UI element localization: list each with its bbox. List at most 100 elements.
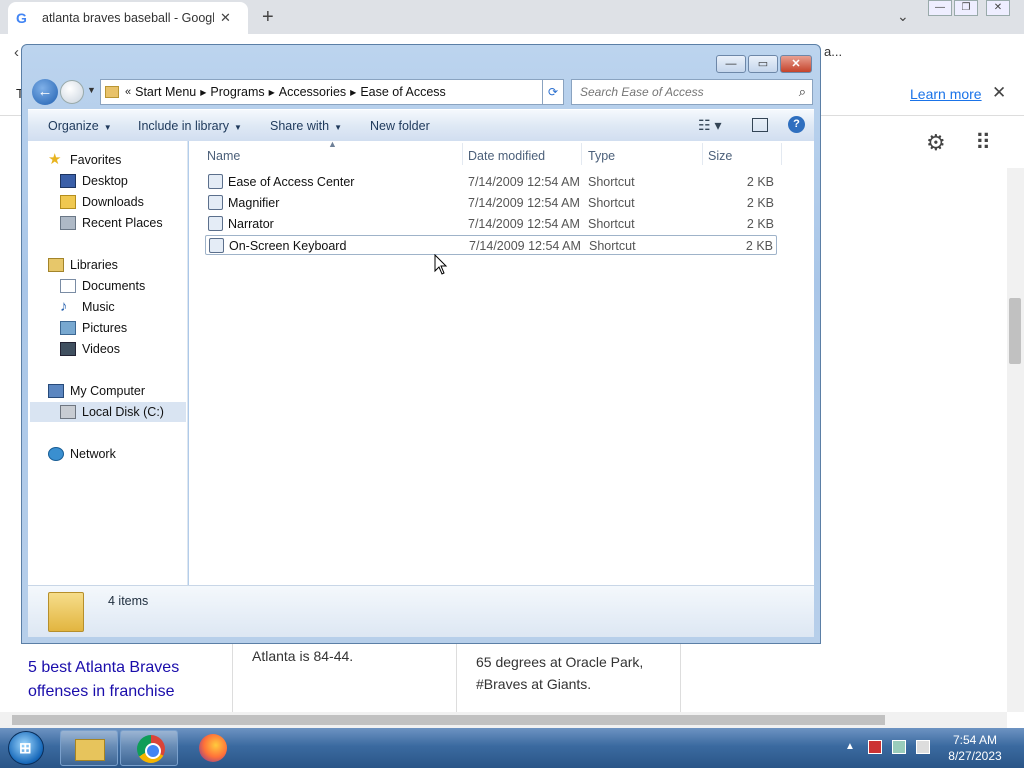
breadcrumb-start-menu[interactable]: Start Menu: [135, 85, 196, 99]
explorer-window: — ▭ ✕ ← ▼ « Start Menu ▶ Programs ▶ Acce…: [21, 44, 821, 644]
column-header-size[interactable]: Size: [708, 149, 732, 163]
search-input[interactable]: [578, 81, 788, 103]
page-horizontal-scrollbar[interactable]: [0, 712, 1007, 728]
breadcrumb-accessories[interactable]: Accessories: [279, 85, 346, 99]
file-name: Ease of Access Center: [228, 175, 355, 189]
browser-tab[interactable]: G atlanta braves baseball - Google ✕: [8, 2, 248, 34]
breadcrumb-arrow-icon[interactable]: ▶: [200, 88, 206, 97]
include-in-library-button[interactable]: Include in library ▼: [138, 119, 242, 133]
nav-videos[interactable]: Videos: [60, 339, 120, 359]
browser-minimize-button[interactable]: —: [928, 0, 952, 16]
search-icon[interactable]: ⌕: [799, 84, 806, 100]
browser-restore-button[interactable]: ❐: [954, 0, 978, 16]
nav-pictures[interactable]: Pictures: [60, 318, 127, 338]
firefox-icon[interactable]: [199, 734, 227, 762]
history-dropdown-icon[interactable]: ▼: [87, 85, 96, 95]
learn-more-link[interactable]: Learn more: [910, 86, 982, 102]
file-row-selected[interactable]: On-Screen Keyboard 7/14/2009 12:54 AM Sh…: [205, 235, 777, 255]
item-count: 4 items: [108, 594, 149, 608]
nav-pictures-label: Pictures: [82, 321, 128, 335]
breadcrumb-arrow-icon[interactable]: ▶: [350, 88, 356, 97]
tab-close-icon[interactable]: ✕: [220, 10, 231, 26]
system-clock[interactable]: 7:54 AM 8/27/2023: [940, 732, 1010, 764]
column-separator[interactable]: [702, 143, 703, 165]
tray-expand-icon[interactable]: ▲: [845, 741, 855, 752]
file-row[interactable]: Narrator 7/14/2009 12:54 AM Shortcut 2 K…: [205, 214, 777, 234]
breadcrumb-ease-of-access[interactable]: Ease of Access: [360, 85, 445, 99]
file-date: 7/14/2009 12:54 AM: [468, 217, 580, 231]
shortcut-icon: [208, 174, 223, 189]
minimize-button[interactable]: —: [716, 55, 746, 73]
result-link[interactable]: 5 best Atlanta Braves offenses in franch…: [28, 656, 208, 704]
forward-button[interactable]: [60, 80, 84, 104]
scroll-thumb[interactable]: [1009, 298, 1021, 364]
file-size: 2 KB: [746, 217, 774, 231]
nav-favorites[interactable]: ★ Favorites: [48, 150, 121, 170]
search-box[interactable]: ⌕: [571, 79, 813, 105]
nav-libraries[interactable]: Libraries: [48, 255, 118, 275]
browser-close-button[interactable]: ✕: [986, 0, 1010, 16]
nav-music-label: Music: [82, 300, 115, 314]
result-snippet: 65 degrees at Oracle Park, #Braves at Gi…: [476, 654, 644, 692]
command-bar: Organize ▼ Include in library ▼ Share with…: [28, 109, 814, 141]
file-name: On-Screen Keyboard: [229, 239, 347, 253]
nav-local-disk[interactable]: Local Disk (C:): [30, 402, 186, 422]
info-bar-close-icon[interactable]: ✕: [992, 83, 1006, 103]
file-row[interactable]: Ease of Access Center 7/14/2009 12:54 AM…: [205, 172, 777, 192]
network-tray-icon[interactable]: [892, 740, 906, 754]
file-row[interactable]: Magnifier 7/14/2009 12:54 AM Shortcut 2 …: [205, 193, 777, 213]
nav-my-computer[interactable]: My Computer: [48, 381, 145, 401]
nav-my-computer-label: My Computer: [70, 384, 146, 398]
gear-icon[interactable]: ⚙: [926, 130, 946, 156]
taskbar-explorer-button[interactable]: [60, 730, 118, 766]
column-header-name[interactable]: Name: [207, 149, 240, 163]
column-header-date[interactable]: Date modified: [468, 149, 545, 163]
nav-downloads[interactable]: Downloads: [60, 192, 144, 212]
music-icon: ♪: [60, 298, 68, 315]
close-button[interactable]: ✕: [780, 55, 812, 73]
column-separator[interactable]: [781, 143, 782, 165]
clock-date: 8/27/2023: [948, 749, 1002, 763]
organize-label: Organize: [48, 119, 99, 133]
maximize-button[interactable]: ▭: [748, 55, 778, 73]
help-icon[interactable]: ?: [788, 116, 805, 133]
back-button[interactable]: ←: [32, 79, 58, 105]
organize-button[interactable]: Organize ▼: [48, 119, 112, 133]
column-header-type[interactable]: Type: [588, 149, 615, 163]
breadcrumb-programs[interactable]: Programs: [210, 85, 264, 99]
file-name: Magnifier: [228, 196, 280, 210]
explorer-nav-bar: ← ▼ « Start Menu ▶ Programs ▶ Accessorie…: [30, 77, 814, 107]
action-center-icon[interactable]: [868, 740, 882, 754]
card-divider: [680, 640, 681, 712]
nav-documents[interactable]: Documents: [60, 276, 145, 296]
breadcrumb-overflow[interactable]: «: [125, 86, 131, 98]
column-separator[interactable]: [581, 143, 582, 165]
change-view-icon[interactable]: ☷ ▾: [698, 117, 721, 134]
apps-grid-icon[interactable]: ⠿: [975, 130, 991, 156]
nav-music[interactable]: ♪ Music: [60, 297, 115, 317]
back-arrow-icon[interactable]: ‹: [14, 44, 19, 61]
file-type: Shortcut: [588, 217, 635, 231]
breadcrumb-arrow-icon[interactable]: ▶: [269, 88, 275, 97]
address-fragment[interactable]: a...: [824, 44, 842, 59]
column-separator[interactable]: [462, 143, 463, 165]
start-orb-icon[interactable]: ⊞: [8, 731, 44, 765]
folder-icon: [48, 592, 84, 632]
page-vertical-scrollbar[interactable]: [1007, 168, 1024, 712]
preview-pane-icon[interactable]: [752, 118, 768, 132]
nav-desktop[interactable]: Desktop: [60, 171, 128, 191]
shortcut-icon: [208, 216, 223, 231]
new-folder-button[interactable]: New folder: [370, 119, 430, 133]
tab-search-chevron-icon[interactable]: ⌄: [897, 8, 909, 25]
nav-recent-places[interactable]: Recent Places: [60, 213, 163, 233]
share-with-button[interactable]: Share with ▼: [270, 119, 342, 133]
refresh-icon[interactable]: ⟳: [542, 79, 564, 105]
nav-network[interactable]: Network: [48, 444, 116, 464]
volume-muted-icon[interactable]: [916, 740, 930, 754]
scroll-thumb[interactable]: [12, 715, 885, 725]
address-bar[interactable]: « Start Menu ▶ Programs ▶ Accessories ▶ …: [100, 79, 560, 105]
new-tab-button[interactable]: +: [262, 6, 274, 29]
chrome-icon: [137, 735, 165, 763]
mouse-cursor-icon: [434, 254, 448, 275]
taskbar-chrome-button[interactable]: [120, 730, 178, 766]
